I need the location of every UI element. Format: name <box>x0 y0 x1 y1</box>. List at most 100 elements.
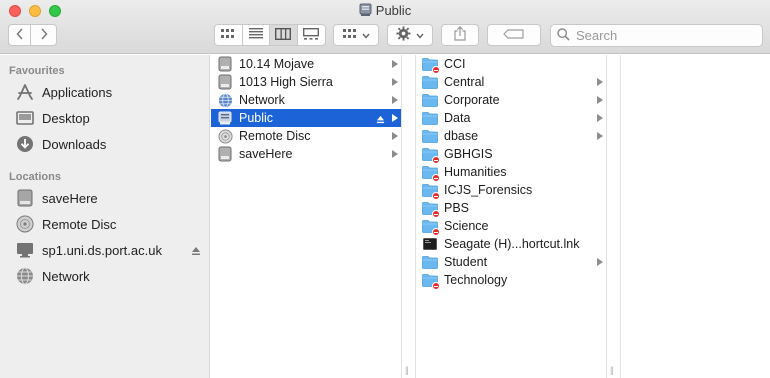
disclosure-arrow-icon <box>392 132 398 140</box>
item-label: 1013 High Sierra <box>239 75 333 89</box>
item-label: GBHGIS <box>444 147 493 161</box>
sidebar-item-savehere[interactable]: saveHere <box>15 187 207 209</box>
sidebar-item-label: Network <box>42 268 90 284</box>
action-menu-button[interactable] <box>387 24 433 46</box>
grid-icon <box>221 28 235 42</box>
column-divider <box>620 55 621 378</box>
chevron-right-icon <box>40 27 48 43</box>
column-resize-handle[interactable]: || <box>610 365 614 375</box>
list-item[interactable]: Remote Disc <box>211 127 401 145</box>
folder-icon <box>422 92 438 108</box>
item-label: Network <box>239 93 285 107</box>
list-item[interactable]: saveHere <box>211 145 401 163</box>
share-button[interactable] <box>441 24 479 46</box>
sidebar-item-remote-disc[interactable]: Remote Disc <box>15 213 207 235</box>
item-label: Corporate <box>444 93 500 107</box>
list-item[interactable]: GBHGIS <box>416 145 606 164</box>
disk-icon <box>15 188 35 208</box>
list-item[interactable]: Central <box>416 73 606 91</box>
sidebar-item-label: Applications <box>42 84 113 100</box>
sidebar-item-applications[interactable]: Applications <box>15 81 207 103</box>
item-label: Seagate (H)...hortcut.lnk <box>444 237 580 251</box>
list-item[interactable]: PBS <box>416 199 606 218</box>
disk-icon <box>217 74 233 90</box>
item-label: CCI <box>444 57 466 71</box>
forward-button[interactable] <box>31 24 57 46</box>
view-mode-control[interactable] <box>214 24 326 46</box>
item-label: Data <box>444 111 471 125</box>
eject-icon[interactable] <box>191 244 201 259</box>
edit-tags-button[interactable] <box>487 24 541 46</box>
disc-icon <box>15 214 35 234</box>
item-label: Student <box>444 255 488 269</box>
list-item[interactable]: Humanities <box>416 163 606 182</box>
folder-restricted-icon <box>422 272 440 290</box>
search-placeholder: Search <box>576 28 618 43</box>
disclosure-arrow-icon <box>392 114 398 122</box>
server-icon <box>359 3 372 20</box>
gallery-view-button[interactable] <box>298 25 325 45</box>
list-item[interactable]: 1013 High Sierra <box>211 73 401 91</box>
folder-restricted-icon <box>422 182 440 200</box>
disk-icon <box>217 146 233 162</box>
disk-icon <box>217 56 233 72</box>
item-label: PBS <box>444 201 470 215</box>
search-icon <box>557 27 576 44</box>
column-divider[interactable] <box>401 55 402 378</box>
list-item[interactable]: Data <box>416 109 606 127</box>
applications-icon <box>15 82 35 102</box>
sidebar-item-label: Downloads <box>42 136 107 152</box>
disclosure-arrow-icon <box>392 96 398 104</box>
folder-restricted-icon <box>422 146 440 164</box>
back-button[interactable] <box>8 24 31 46</box>
server-icon <box>217 110 233 126</box>
list-view-button[interactable] <box>243 25 270 45</box>
sidebar-item-downloads[interactable]: Downloads <box>15 133 207 155</box>
shortcut-file-icon <box>422 236 438 252</box>
folder-icon <box>422 74 438 90</box>
list-item[interactable]: Student <box>416 253 606 271</box>
sidebar-item-label: Desktop <box>42 110 90 126</box>
list-item[interactable]: Network <box>211 91 401 109</box>
column-resize-handle[interactable]: || <box>405 365 409 375</box>
folder-restricted-icon <box>422 164 440 182</box>
group-by-button[interactable] <box>333 24 379 46</box>
list-item[interactable]: dbase <box>416 127 606 145</box>
locations-heading: Locations <box>9 171 61 183</box>
list-item[interactable]: CCI <box>416 55 606 74</box>
column-divider[interactable] <box>606 55 607 378</box>
folder-icon <box>422 110 438 126</box>
disclosure-arrow-icon <box>597 78 603 86</box>
list-item[interactable]: 10.14 Mojave <box>211 55 401 73</box>
sidebar-item-network[interactable]: Network <box>15 265 207 287</box>
sidebar-item-desktop[interactable]: Desktop <box>15 107 207 129</box>
downloads-icon <box>15 134 35 154</box>
network-icon <box>217 92 233 108</box>
search-field[interactable]: Search <box>550 24 763 47</box>
list-item[interactable]: Corporate <box>416 91 606 109</box>
columns-icon <box>275 27 292 43</box>
folder-restricted-icon <box>422 200 440 218</box>
disclosure-arrow-icon <box>597 114 603 122</box>
item-label: 10.14 Mojave <box>239 57 315 71</box>
item-label: Public <box>239 111 274 125</box>
list-icon <box>248 28 263 42</box>
list-item[interactable]: ICJS_Forensics <box>416 181 606 200</box>
gallery-icon <box>303 27 320 43</box>
chevron-down-icon <box>416 28 424 42</box>
favourites-heading: Favourites <box>9 65 65 77</box>
disclosure-arrow-icon <box>392 78 398 86</box>
list-item[interactable]: Science <box>416 217 606 236</box>
icon-view-button[interactable] <box>215 25 243 45</box>
list-item[interactable]: Seagate (H)...hortcut.lnk <box>416 235 606 253</box>
disc-icon <box>217 128 233 144</box>
eject-icon[interactable] <box>376 113 385 127</box>
item-label: Science <box>444 219 489 233</box>
disclosure-arrow-icon <box>597 96 603 104</box>
window-title: Public <box>0 3 770 20</box>
sidebar-item-sp1[interactable]: sp1.uni.ds.port.ac.uk <box>15 239 207 261</box>
list-item[interactable]: Technology <box>416 271 606 290</box>
item-label: Humanities <box>444 165 507 179</box>
column-view-button[interactable] <box>270 25 298 45</box>
list-item-selected[interactable]: Public <box>211 109 401 127</box>
